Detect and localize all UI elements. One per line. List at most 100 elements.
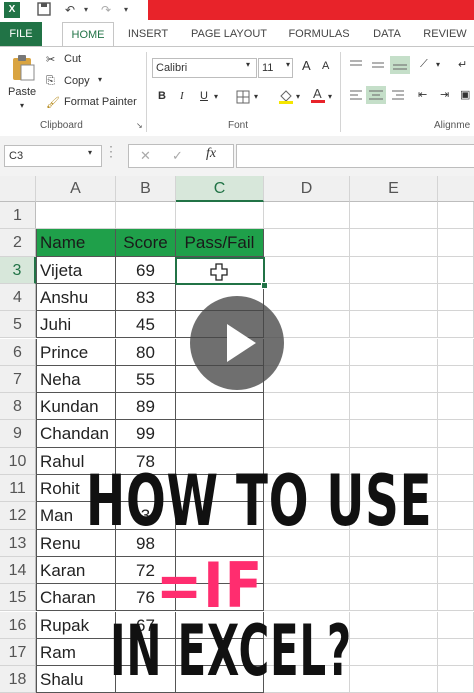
row-header[interactable]: 3 bbox=[0, 256, 36, 284]
cell-e2[interactable] bbox=[350, 229, 438, 257]
cell-c2[interactable]: Pass/Fail bbox=[176, 229, 264, 257]
row-header[interactable]: 12 bbox=[0, 502, 36, 530]
borders-dropdown-icon[interactable]: ▾ bbox=[254, 92, 258, 101]
row-header[interactable]: 13 bbox=[0, 529, 36, 557]
cell-a18[interactable]: Shalu bbox=[36, 666, 116, 693]
row-header[interactable]: 16 bbox=[0, 611, 36, 639]
cell-f4[interactable] bbox=[438, 283, 474, 312]
cell-e17[interactable] bbox=[350, 638, 438, 667]
borders-icon[interactable] bbox=[236, 90, 250, 109]
underline-button[interactable]: U bbox=[200, 90, 208, 102]
customize-icon[interactable]: ▾ bbox=[118, 2, 134, 18]
cell-b1[interactable] bbox=[116, 202, 176, 230]
cell-a6[interactable]: Prince bbox=[36, 338, 116, 366]
column-header-c[interactable]: C bbox=[176, 176, 264, 202]
undo-dropdown-icon[interactable]: ▾ bbox=[78, 2, 94, 18]
align-left-icon[interactable] bbox=[348, 88, 364, 107]
row-header[interactable]: 1 bbox=[0, 202, 36, 230]
cell-f13[interactable] bbox=[438, 529, 474, 557]
cell-c1[interactable] bbox=[176, 202, 264, 230]
orientation-icon[interactable]: ⟋ bbox=[420, 58, 428, 71]
paste-button[interactable]: Paste bbox=[8, 86, 36, 98]
cell-f14[interactable] bbox=[438, 556, 474, 585]
cell-e8[interactable] bbox=[350, 393, 438, 421]
cell-e14[interactable] bbox=[350, 556, 438, 585]
cell-b5[interactable]: 45 bbox=[116, 311, 176, 339]
row-header[interactable]: 8 bbox=[0, 393, 36, 421]
fill-handle[interactable] bbox=[261, 282, 268, 289]
cell-e1[interactable] bbox=[350, 202, 438, 230]
cell-f12[interactable] bbox=[438, 502, 474, 530]
row-header[interactable]: 14 bbox=[0, 556, 36, 585]
tab-data[interactable]: DATA bbox=[368, 22, 406, 46]
orientation-dropdown-icon[interactable]: ▾ bbox=[436, 60, 440, 69]
cell-f15[interactable] bbox=[438, 584, 474, 612]
undo-icon[interactable]: ↶ bbox=[62, 2, 78, 18]
fill-color-icon[interactable] bbox=[278, 88, 294, 109]
bold-button[interactable]: B bbox=[158, 90, 166, 102]
cell-b6[interactable]: 80 bbox=[116, 338, 176, 366]
row-header[interactable]: 4 bbox=[0, 283, 36, 312]
row-header[interactable]: 9 bbox=[0, 420, 36, 448]
row-header[interactable]: 11 bbox=[0, 475, 36, 503]
cell-c8[interactable] bbox=[176, 393, 264, 421]
cell-f18[interactable] bbox=[438, 666, 474, 693]
paste-dropdown-icon[interactable]: ▾ bbox=[20, 101, 24, 110]
font-color-dropdown-icon[interactable]: ▾ bbox=[328, 92, 332, 101]
play-button[interactable] bbox=[190, 296, 284, 390]
row-header[interactable]: 17 bbox=[0, 638, 36, 667]
cell-e18[interactable] bbox=[350, 666, 438, 693]
cell-b2[interactable]: Score bbox=[116, 229, 176, 257]
row-header[interactable]: 7 bbox=[0, 365, 36, 394]
cell-f16[interactable] bbox=[438, 611, 474, 639]
tab-formulas[interactable]: FORMULAS bbox=[284, 22, 354, 46]
cell-d3[interactable] bbox=[264, 256, 350, 284]
cell-a7[interactable]: Neha bbox=[36, 365, 116, 394]
save-icon[interactable] bbox=[36, 2, 52, 18]
cell-a5[interactable]: Juhi bbox=[36, 311, 116, 339]
column-header-d[interactable]: D bbox=[264, 176, 350, 202]
grow-font-button[interactable]: A bbox=[302, 58, 311, 73]
row-header[interactable]: 18 bbox=[0, 666, 36, 693]
align-middle-icon[interactable] bbox=[370, 58, 386, 77]
cell-f17[interactable] bbox=[438, 638, 474, 667]
cell-a14[interactable]: Karan bbox=[36, 556, 116, 585]
increase-indent-icon[interactable]: ⇥ bbox=[440, 88, 449, 101]
italic-button[interactable]: I bbox=[180, 90, 184, 102]
cell-f10[interactable] bbox=[438, 447, 474, 475]
cell-f6[interactable] bbox=[438, 338, 474, 366]
cell-d8[interactable] bbox=[264, 393, 350, 421]
align-right-icon[interactable] bbox=[390, 88, 406, 107]
cell-b7[interactable]: 55 bbox=[116, 365, 176, 394]
cell-f8[interactable] bbox=[438, 393, 474, 421]
cell-f5[interactable] bbox=[438, 311, 474, 339]
row-header[interactable]: 6 bbox=[0, 338, 36, 366]
tab-file[interactable]: FILE bbox=[0, 22, 42, 46]
cell-d1[interactable] bbox=[264, 202, 350, 230]
name-box-dropdown-icon[interactable]: ▾ bbox=[88, 148, 92, 157]
column-header-b[interactable]: B bbox=[116, 176, 176, 202]
cell-f9[interactable] bbox=[438, 420, 474, 448]
enter-icon[interactable]: ✓ bbox=[172, 148, 183, 164]
cell-f2[interactable] bbox=[438, 229, 474, 257]
font-name-dropdown-icon[interactable]: ▾ bbox=[246, 60, 250, 69]
row-header[interactable]: 15 bbox=[0, 584, 36, 612]
cell-b3[interactable]: 69 bbox=[116, 256, 176, 284]
cell-e9[interactable] bbox=[350, 420, 438, 448]
cell-a1[interactable] bbox=[36, 202, 116, 230]
paste-icon[interactable] bbox=[10, 54, 36, 82]
font-name-select[interactable]: Calibri bbox=[152, 58, 257, 78]
format-painter-button[interactable]: Format Painter bbox=[64, 96, 137, 108]
cell-e7[interactable] bbox=[350, 365, 438, 394]
tab-page-layout[interactable]: PAGE LAYOUT bbox=[186, 22, 272, 46]
cell-e6[interactable] bbox=[350, 338, 438, 366]
column-header-e[interactable]: E bbox=[350, 176, 438, 202]
font-size-dropdown-icon[interactable]: ▾ bbox=[286, 60, 290, 69]
insert-function-icon[interactable]: fx bbox=[206, 146, 216, 162]
redo-icon[interactable]: ↷ bbox=[98, 2, 114, 18]
cell-b9[interactable]: 99 bbox=[116, 420, 176, 448]
cell-a16[interactable]: Rupak bbox=[36, 611, 116, 639]
row-header[interactable]: 5 bbox=[0, 311, 36, 339]
cell-a2[interactable]: Name bbox=[36, 229, 116, 257]
cell-a8[interactable]: Kundan bbox=[36, 393, 116, 421]
